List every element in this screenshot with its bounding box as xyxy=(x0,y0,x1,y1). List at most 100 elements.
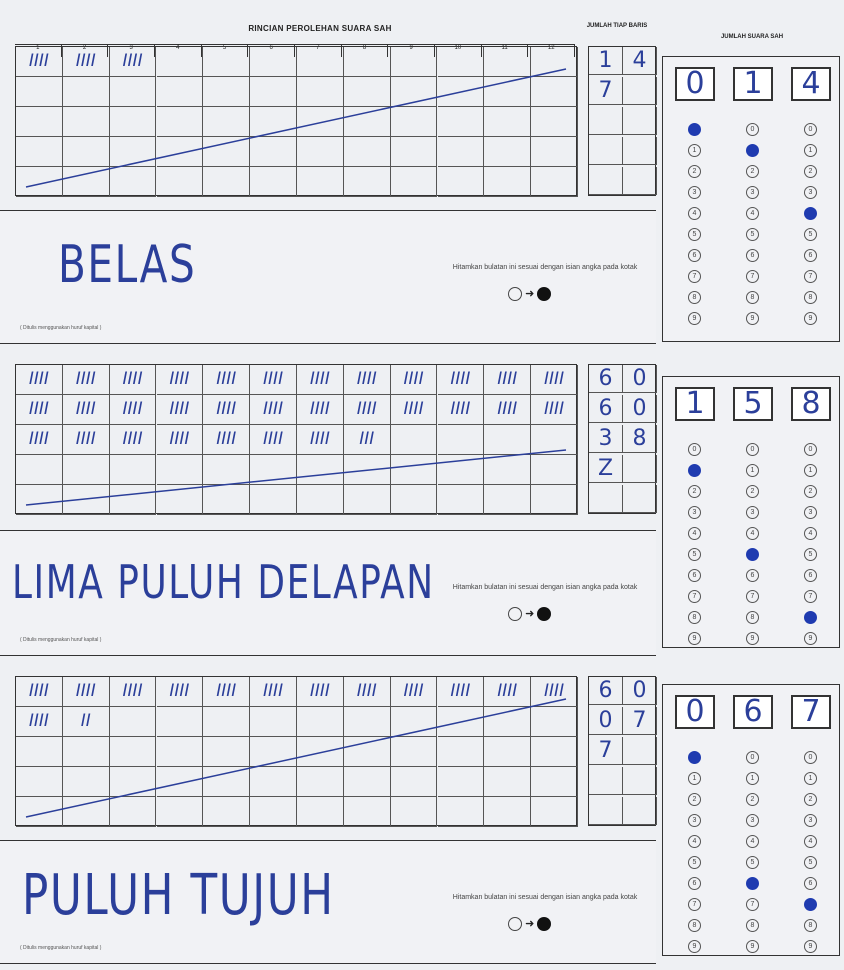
digit-bubble[interactable]: 6 xyxy=(804,569,817,582)
tally-cell xyxy=(484,137,532,167)
digit-bubble[interactable]: 9 xyxy=(746,632,759,645)
digit-bubble[interactable]: 9 xyxy=(804,632,817,645)
digit-bubble[interactable]: 8 xyxy=(688,919,701,932)
digit-bubble[interactable]: 7 xyxy=(746,590,759,603)
digit-bubble[interactable]: 7 xyxy=(688,590,701,603)
digit-bubble[interactable]: 3 xyxy=(746,506,759,519)
digit-bubble[interactable]: 9 xyxy=(804,312,817,325)
digit-bubble[interactable]: 5 xyxy=(804,228,817,241)
digit-bubble[interactable]: 2 xyxy=(688,793,701,806)
digit-bubble[interactable]: 8 xyxy=(746,611,759,624)
digit-bubble[interactable]: 6 xyxy=(746,569,759,582)
tally-cell xyxy=(437,737,485,767)
digit-bubble[interactable]: 3 xyxy=(688,186,701,199)
digit-bubble[interactable]: 7 xyxy=(746,270,759,283)
tally-cell: IIII xyxy=(437,677,485,707)
digit-bubble[interactable]: 0 xyxy=(746,123,759,136)
digit-bubble[interactable]: 5 xyxy=(804,856,817,869)
digit-bubble[interactable]: 3 xyxy=(804,814,817,827)
digit-bubble[interactable]: 4 xyxy=(688,207,701,220)
digit-bubble[interactable]: 0 xyxy=(688,751,701,764)
digit-bubble[interactable]: 7 xyxy=(688,898,701,911)
digit-bubble[interactable]: 9 xyxy=(746,940,759,953)
digit-bubble[interactable]: 2 xyxy=(804,793,817,806)
digit-bubble[interactable]: 1 xyxy=(804,464,817,477)
digit-bubble[interactable]: 3 xyxy=(688,506,701,519)
digit-bubble[interactable]: 2 xyxy=(746,793,759,806)
digit-bubble[interactable]: 5 xyxy=(746,856,759,869)
tally-cell: IIII xyxy=(203,425,251,455)
digit-bubble[interactable]: 6 xyxy=(688,877,701,890)
tally-cell: IIII xyxy=(16,707,63,737)
digit-bubble[interactable]: 1 xyxy=(688,464,701,477)
digit-bubble[interactable]: 1 xyxy=(746,144,759,157)
empty-bubble-example xyxy=(508,607,522,622)
digit-bubble[interactable]: 5 xyxy=(804,548,817,561)
digit-bubble[interactable]: 3 xyxy=(746,814,759,827)
digit-bubble[interactable]: 8 xyxy=(804,919,817,932)
digit-bubble[interactable]: 5 xyxy=(688,548,701,561)
digit-bubble[interactable]: 2 xyxy=(746,165,759,178)
digit-bubble[interactable]: 8 xyxy=(746,291,759,304)
digit-bubble[interactable]: 2 xyxy=(688,165,701,178)
digit-bubble[interactable]: 2 xyxy=(688,485,701,498)
digit-bubble[interactable]: 7 xyxy=(804,270,817,283)
tally-cell: IIII xyxy=(343,677,391,707)
digit-bubble[interactable]: 9 xyxy=(804,940,817,953)
digit-bubble[interactable]: 1 xyxy=(804,144,817,157)
digit-bubble[interactable]: 3 xyxy=(804,186,817,199)
digit-bubble[interactable]: 0 xyxy=(688,123,701,136)
digit-bubble[interactable]: 7 xyxy=(746,898,759,911)
digit-bubble[interactable]: 0 xyxy=(746,443,759,456)
digit-bubble[interactable]: 4 xyxy=(688,835,701,848)
digit-bubble[interactable]: 4 xyxy=(804,527,817,540)
digit-bubble[interactable]: 1 xyxy=(804,772,817,785)
digit-bubble[interactable]: 5 xyxy=(746,228,759,241)
digit-bubble[interactable]: 7 xyxy=(688,270,701,283)
digit-bubble[interactable]: 0 xyxy=(804,751,817,764)
digit-bubble[interactable]: 2 xyxy=(804,165,817,178)
digit-bubble[interactable]: 8 xyxy=(688,611,701,624)
digit-bubble[interactable]: 0 xyxy=(804,123,817,136)
digit-bubble[interactable]: 5 xyxy=(688,228,701,241)
digit-bubble[interactable]: 6 xyxy=(804,877,817,890)
digit-bubble[interactable]: 6 xyxy=(688,249,701,262)
digit-bubble[interactable]: 4 xyxy=(688,527,701,540)
digit-bubble[interactable]: 9 xyxy=(688,632,701,645)
digit-bubble[interactable]: 9 xyxy=(688,940,701,953)
digit-bubble[interactable]: 1 xyxy=(746,464,759,477)
digit-bubble[interactable]: 3 xyxy=(746,186,759,199)
digit-bubble[interactable]: 4 xyxy=(746,835,759,848)
digit-bubble[interactable]: 4 xyxy=(804,207,817,220)
tally-cell xyxy=(156,737,204,767)
digit-bubble[interactable]: 1 xyxy=(746,772,759,785)
digit-bubble[interactable]: 6 xyxy=(804,249,817,262)
digit-bubble[interactable]: 3 xyxy=(688,814,701,827)
digit-bubble[interactable]: 4 xyxy=(746,527,759,540)
digit-bubble[interactable]: 2 xyxy=(746,485,759,498)
digit-bubble[interactable]: 3 xyxy=(804,506,817,519)
digit-bubble[interactable]: 5 xyxy=(688,856,701,869)
digit-bubble[interactable]: 0 xyxy=(746,751,759,764)
digit-bubble[interactable]: 5 xyxy=(746,548,759,561)
digit-bubble[interactable]: 8 xyxy=(746,919,759,932)
digit-bubble[interactable]: 7 xyxy=(804,590,817,603)
digit-bubble[interactable]: 0 xyxy=(804,443,817,456)
digit-bubble[interactable]: 8 xyxy=(804,291,817,304)
digit-bubble[interactable]: 6 xyxy=(746,877,759,890)
digit-bubble[interactable]: 1 xyxy=(688,772,701,785)
row-total-digit: 0 xyxy=(623,395,657,423)
digit-bubble[interactable]: 0 xyxy=(688,443,701,456)
row-total-digit: 1 xyxy=(589,47,623,75)
digit-bubble[interactable]: 9 xyxy=(688,312,701,325)
digit-bubble[interactable]: 8 xyxy=(688,291,701,304)
digit-bubble[interactable]: 4 xyxy=(746,207,759,220)
digit-bubble[interactable]: 2 xyxy=(804,485,817,498)
digit-bubble[interactable]: 1 xyxy=(688,144,701,157)
digit-bubble[interactable]: 4 xyxy=(804,835,817,848)
digit-bubble[interactable]: 8 xyxy=(804,611,817,624)
digit-bubble[interactable]: 6 xyxy=(746,249,759,262)
digit-bubble[interactable]: 6 xyxy=(688,569,701,582)
digit-bubble[interactable]: 9 xyxy=(746,312,759,325)
digit-bubble[interactable]: 7 xyxy=(804,898,817,911)
